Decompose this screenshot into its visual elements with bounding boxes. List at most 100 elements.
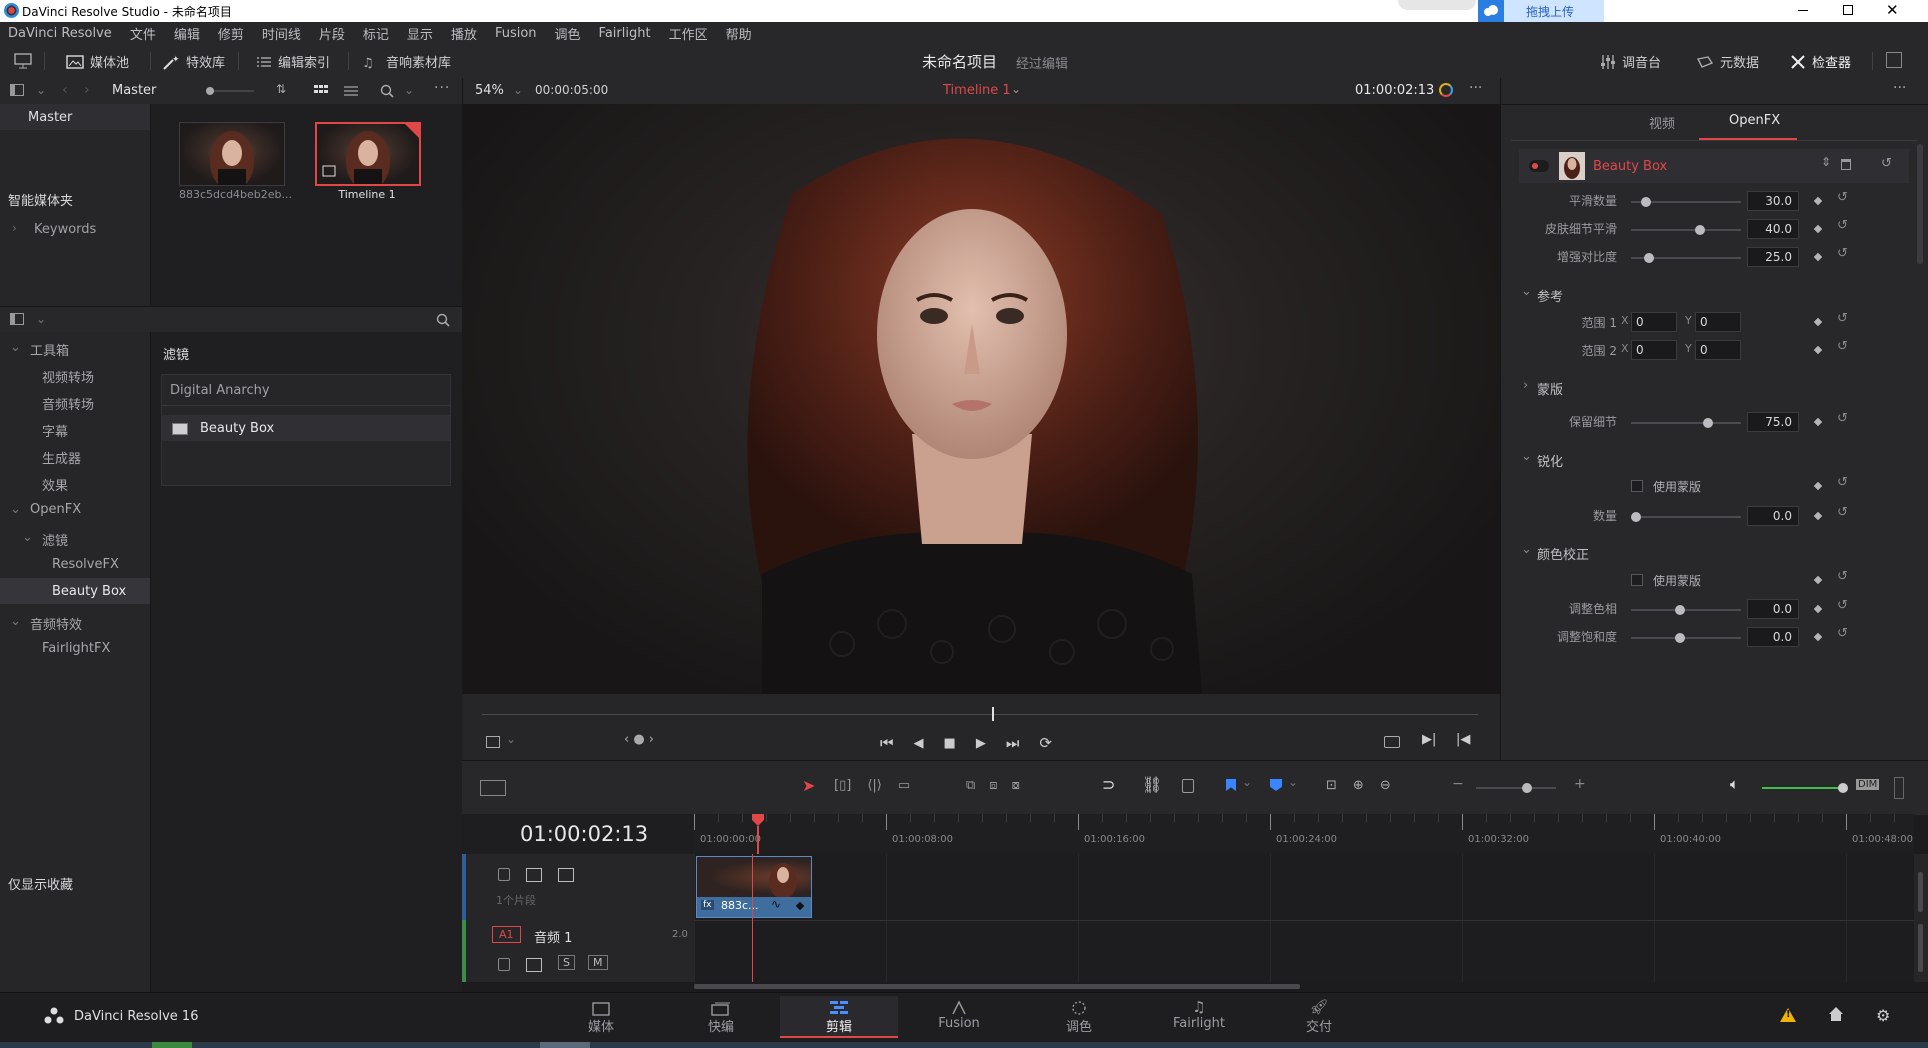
tree-caret-icon[interactable]: ⌄ (22, 530, 33, 545)
menu-color[interactable]: 调色 (555, 24, 581, 43)
taskbar-item[interactable] (152, 1042, 192, 1048)
preserve-detail-field[interactable]: 75.0 (1747, 412, 1799, 432)
tree-item-filters[interactable]: 滤镜 (42, 530, 68, 549)
range2-y-field[interactable]: 0 (1695, 340, 1741, 360)
section-reference[interactable]: 参考 (1537, 286, 1563, 305)
keyframe-icon[interactable] (1813, 196, 1823, 206)
timeline-playhead[interactable] (752, 854, 753, 982)
custom-zoom-icon[interactable]: ⊖ (1380, 778, 1391, 793)
menu-help[interactable]: 帮助 (726, 24, 752, 43)
edit-index-button[interactable]: 编辑索引 (256, 52, 330, 71)
tree-item-openfx[interactable]: OpenFX (30, 502, 81, 517)
tree-item-audio-transitions[interactable]: 音频转场 (42, 394, 94, 413)
timeline-chevron-icon[interactable]: ⌄ (1011, 82, 1021, 96)
menu-fairlight[interactable]: Fairlight (599, 26, 651, 41)
audio-lock-icon[interactable] (498, 958, 510, 971)
audio-track-id[interactable]: A1 (492, 926, 521, 943)
tree-item-beauty-box-row[interactable]: Beauty Box (0, 578, 150, 604)
play-reverse-icon[interactable]: ◀ (914, 736, 924, 751)
tree-item-fairlightfx[interactable]: FairlightFX (42, 641, 110, 656)
tab-openfx[interactable]: OpenFX (1729, 113, 1780, 128)
param-value-field[interactable]: 30.0 (1747, 191, 1799, 211)
param-value-field[interactable]: 25.0 (1747, 247, 1799, 267)
chevron-down-icon[interactable]: ⌄ (36, 83, 46, 97)
viewer-options-icon[interactable]: ··· (1469, 80, 1482, 96)
sidebar-toggle-icon[interactable] (10, 84, 24, 96)
saturation-field[interactable]: 0.0 (1747, 627, 1799, 647)
reset-icon[interactable]: ↺ (1837, 190, 1848, 205)
scrubber-playhead[interactable] (992, 707, 994, 721)
keyframe-icon[interactable] (1813, 224, 1823, 234)
flag-chevron-icon[interactable]: ⌄ (1242, 775, 1252, 789)
keyframe-icon[interactable] (1813, 511, 1823, 521)
scrubber-track[interactable] (482, 714, 1478, 715)
tree-item-toolbox[interactable]: 工具箱 (30, 340, 69, 359)
tree-item-effects[interactable]: 效果 (42, 475, 68, 494)
close-icon[interactable]: ✕ (1886, 1, 1899, 19)
detail-zoom-icon[interactable]: ⊕ (1353, 778, 1364, 793)
menu-view[interactable]: 显示 (407, 24, 433, 43)
skip-to-start-icon[interactable]: ⏮ (880, 734, 894, 752)
volume-slider[interactable] (1762, 783, 1848, 793)
range1-y-field[interactable]: 0 (1695, 312, 1741, 332)
keyframe-icon[interactable] (1813, 481, 1823, 491)
prev-edit-icon[interactable]: |◀ (1456, 732, 1470, 747)
metadata-button[interactable]: 元数据 (1696, 52, 1759, 71)
range2-x-field[interactable]: 0 (1631, 340, 1677, 360)
search-icon[interactable] (380, 84, 394, 98)
use-mask-checkbox[interactable] (1631, 480, 1643, 492)
solo-button[interactable]: S (558, 955, 575, 970)
tab-video[interactable]: 视频 (1649, 113, 1675, 132)
section-chevron-icon[interactable]: ⌄ (1521, 542, 1532, 557)
play-icon[interactable]: ▶ (976, 736, 986, 751)
reorder-icon[interactable]: ⇕ (1821, 155, 1831, 169)
viewer-crop-icon[interactable] (486, 736, 500, 748)
keyframe-icon[interactable] (1813, 345, 1823, 355)
reset-icon[interactable]: ↺ (1837, 339, 1848, 354)
viewer-canvas[interactable] (462, 104, 1500, 694)
param-slider[interactable] (1631, 225, 1741, 235)
curve-icon[interactable]: ∿ (771, 897, 781, 911)
inspector-button[interactable]: 检查器 (1790, 52, 1851, 71)
timeline-name[interactable]: Timeline 1 (943, 83, 1011, 98)
upload-widget[interactable]: 拖拽上传 (1478, 0, 1604, 22)
menu-fusion[interactable]: Fusion (495, 26, 537, 41)
timeline-zoom-slider[interactable] (1476, 783, 1556, 793)
volume-icon[interactable]: 🔈︎ (1730, 775, 1739, 793)
reset-icon[interactable]: ↺ (1837, 411, 1848, 426)
loop-icon[interactable]: ⟳ (1039, 734, 1052, 752)
menu-playback[interactable]: 播放 (451, 24, 477, 43)
show-favorites-toggle[interactable]: 仅显示收藏 (8, 874, 73, 893)
blade-tool-icon[interactable]: ▭ (898, 778, 910, 793)
keyframe-icon[interactable] (1813, 417, 1823, 427)
tree-item-video-transitions[interactable]: 视频转场 (42, 367, 94, 386)
reset-icon[interactable]: ↺ (1837, 246, 1848, 261)
tree-item-generators[interactable]: 生成器 (42, 448, 81, 467)
reset-icon[interactable]: ↺ (1837, 311, 1848, 326)
marker-icon[interactable] (1270, 779, 1282, 791)
timeline-h-scrollbar[interactable] (694, 982, 1928, 992)
amount-field[interactable]: 0.0 (1747, 506, 1799, 526)
range1-x-field[interactable]: 0 (1631, 312, 1677, 332)
page-media[interactable]: 媒体 (556, 996, 646, 1038)
section-chevron-icon[interactable]: ⌄ (1521, 449, 1532, 464)
keyframe-icon[interactable] (1813, 604, 1823, 614)
tree-item-audio-fx[interactable]: 音频特效 (30, 614, 82, 633)
tree-caret-icon[interactable]: ⌄ (10, 502, 21, 517)
mute-button[interactable]: M (588, 955, 608, 970)
snapping-icon[interactable]: ⊃ (1102, 775, 1115, 794)
reset-icon[interactable]: ↺ (1837, 505, 1848, 520)
audio-auto-select-icon[interactable] (526, 958, 542, 972)
next-edit-icon[interactable]: ▶| (1422, 732, 1436, 747)
overwrite-clip-icon[interactable]: ⧈ (989, 778, 997, 793)
skip-to-end-icon[interactable]: ⏭ (1006, 734, 1020, 752)
amount-slider[interactable] (1631, 512, 1741, 522)
track-lock-icon[interactable] (498, 868, 510, 881)
full-extent-zoom-icon[interactable]: ⊡ (1326, 778, 1337, 793)
sync-icon[interactable] (1439, 83, 1453, 97)
effect-enable-toggle[interactable] (1529, 160, 1549, 172)
tree-item-titles[interactable]: 字幕 (42, 421, 68, 440)
taskbar-item[interactable] (540, 1042, 590, 1048)
inspector-scrollbar[interactable] (1917, 144, 1923, 264)
minimize-icon[interactable] (1798, 10, 1808, 11)
